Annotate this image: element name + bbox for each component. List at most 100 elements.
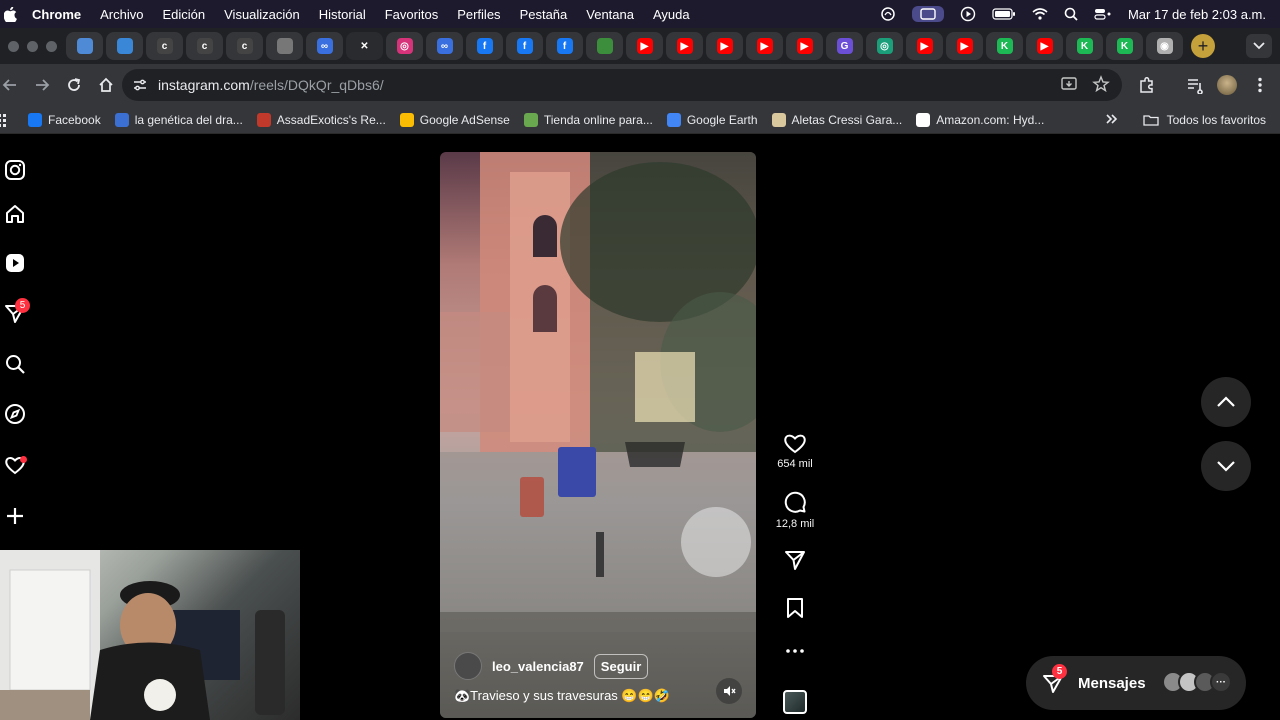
control-center-icon[interactable]	[1094, 7, 1112, 21]
reload-button[interactable]	[58, 69, 90, 101]
bookmark-item[interactable]: Facebook	[28, 112, 101, 127]
browser-tab[interactable]: c	[146, 32, 183, 60]
heart-icon[interactable]	[783, 432, 807, 454]
create-nav-icon[interactable]	[3, 504, 27, 528]
explore-nav-icon[interactable]	[3, 402, 27, 426]
bookmark-item[interactable]: Google Earth	[666, 112, 758, 127]
home-nav-icon[interactable]	[3, 202, 27, 226]
battery-icon[interactable]	[992, 8, 1016, 20]
home-button[interactable]	[90, 69, 122, 101]
browser-tab[interactable]: f	[466, 32, 503, 60]
site-settings-icon[interactable]	[132, 77, 148, 93]
apps-grid-icon[interactable]	[0, 113, 6, 127]
comment-icon[interactable]	[783, 490, 807, 514]
wifi-icon[interactable]	[1032, 8, 1048, 20]
address-bar[interactable]: instagram.com/reels/DQkQr_qDbs6/	[122, 69, 1122, 101]
like-count[interactable]: 654 mil	[777, 458, 812, 470]
tab-active[interactable]: ✕	[346, 32, 383, 60]
window-minimize-button[interactable]	[27, 40, 38, 52]
menu-favoritos[interactable]: Favoritos	[385, 7, 438, 22]
bookmark-item[interactable]: la genética del dra...	[114, 112, 243, 127]
search-nav-icon[interactable]	[3, 352, 27, 376]
browser-tab[interactable]: ◎	[866, 32, 903, 60]
spotlight-search-icon[interactable]	[1064, 7, 1078, 21]
browser-tab[interactable]	[266, 32, 303, 60]
browser-tab[interactable]: ▶	[946, 32, 983, 60]
messages-pill[interactable]: 5 Mensajes ···	[1026, 656, 1246, 710]
screen-record-icon[interactable]	[911, 6, 944, 22]
bookmark-item[interactable]: AssadExotics's Re...	[256, 112, 386, 127]
comment-count[interactable]: 12,8 mil	[776, 518, 815, 530]
bookmark-item[interactable]: Tienda online para...	[523, 112, 653, 127]
menu-perfiles[interactable]: Perfiles	[457, 7, 500, 22]
previous-reel-button[interactable]	[1201, 377, 1251, 427]
menu-historial[interactable]: Historial	[319, 7, 366, 22]
install-app-icon[interactable]	[1060, 75, 1078, 93]
browser-tab[interactable]	[66, 32, 103, 60]
browser-tab[interactable]: c	[226, 32, 263, 60]
browser-tab[interactable]: K	[986, 32, 1023, 60]
profile-button[interactable]	[1211, 69, 1243, 101]
browser-tab[interactable]: K	[1106, 32, 1143, 60]
instagram-logo-icon[interactable]	[3, 158, 27, 182]
browser-tab[interactable]: c	[186, 32, 223, 60]
browser-tab[interactable]	[106, 32, 143, 60]
menu-pestana[interactable]: Pestaña	[520, 7, 568, 22]
share-icon[interactable]	[783, 548, 807, 572]
follow-button[interactable]: Seguir	[593, 653, 649, 679]
browser-tab[interactable]: ▶	[746, 32, 783, 60]
window-close-button[interactable]	[8, 40, 19, 52]
menu-edicion[interactable]: Edición	[162, 7, 205, 22]
bookmark-item[interactable]: Amazon.com: Hyd...	[916, 112, 1044, 127]
reels-nav-icon[interactable]	[3, 251, 27, 275]
extensions-button[interactable]	[1131, 69, 1163, 101]
browser-tab[interactable]: ▶	[786, 32, 823, 60]
author-avatar[interactable]	[454, 652, 482, 680]
play-icon[interactable]	[960, 6, 976, 22]
menu-visualizacion[interactable]: Visualización	[224, 7, 300, 22]
tab-search-button[interactable]	[1246, 34, 1272, 58]
browser-tab[interactable]: ◉	[1146, 32, 1183, 60]
audio-thumbnail[interactable]	[783, 690, 807, 714]
bookmark-item[interactable]: Google AdSense	[399, 112, 510, 127]
browser-tab[interactable]: f	[546, 32, 583, 60]
menu-archivo[interactable]: Archivo	[100, 7, 143, 22]
bookmark-icon[interactable]	[784, 596, 806, 620]
menubar-datetime[interactable]: Mar 17 de feb 2:03 a.m.	[1128, 7, 1266, 22]
browser-tab[interactable]: G	[826, 32, 863, 60]
reel-caption[interactable]: 🐼Travieso y sus travesuras 😁😁🤣	[454, 688, 670, 704]
browser-tab[interactable]: ▶	[706, 32, 743, 60]
author-username[interactable]: leo_valencia87	[492, 659, 584, 674]
menu-app-name[interactable]: Chrome	[32, 7, 81, 22]
window-zoom-button[interactable]	[46, 40, 57, 52]
browser-tab[interactable]: ▶	[906, 32, 943, 60]
mute-button[interactable]	[716, 678, 742, 704]
browser-tab[interactable]: f	[506, 32, 543, 60]
menu-ventana[interactable]: Ventana	[586, 7, 634, 22]
back-button[interactable]	[0, 69, 26, 101]
chrome-menu-button[interactable]	[1244, 69, 1276, 101]
apple-icon[interactable]	[4, 6, 18, 22]
all-bookmarks[interactable]: Todos los favoritos	[1142, 106, 1266, 134]
next-reel-button[interactable]	[1201, 441, 1251, 491]
browser-tab[interactable]: ▶	[1026, 32, 1063, 60]
bookmark-star-icon[interactable]	[1092, 75, 1110, 93]
more-horiz-icon[interactable]	[784, 648, 806, 654]
bookmark-item[interactable]: Aletas Cressi Gara...	[771, 112, 902, 127]
menu-ayuda[interactable]: Ayuda	[653, 7, 690, 22]
new-tab-button[interactable]: +	[1191, 34, 1215, 58]
reel-video[interactable]: leo_valencia87 Seguir 🐼Travieso y sus tr…	[440, 152, 756, 718]
ai-status-icon[interactable]	[880, 6, 896, 22]
more-bookmarks-icon[interactable]	[1106, 112, 1118, 126]
browser-tab[interactable]: ▶	[666, 32, 703, 60]
browser-tab[interactable]: K	[1066, 32, 1103, 60]
browser-tab[interactable]: ∞	[306, 32, 343, 60]
browser-tab[interactable]: ∞	[426, 32, 463, 60]
youtube-icon: ▶	[956, 38, 973, 54]
browser-tab[interactable]	[586, 32, 623, 60]
forward-button[interactable]	[26, 69, 58, 101]
media-control-button[interactable]	[1179, 69, 1211, 101]
close-icon[interactable]: ✕	[357, 38, 373, 54]
browser-tab[interactable]: ▶	[626, 32, 663, 60]
browser-tab[interactable]: ◎	[386, 32, 423, 60]
